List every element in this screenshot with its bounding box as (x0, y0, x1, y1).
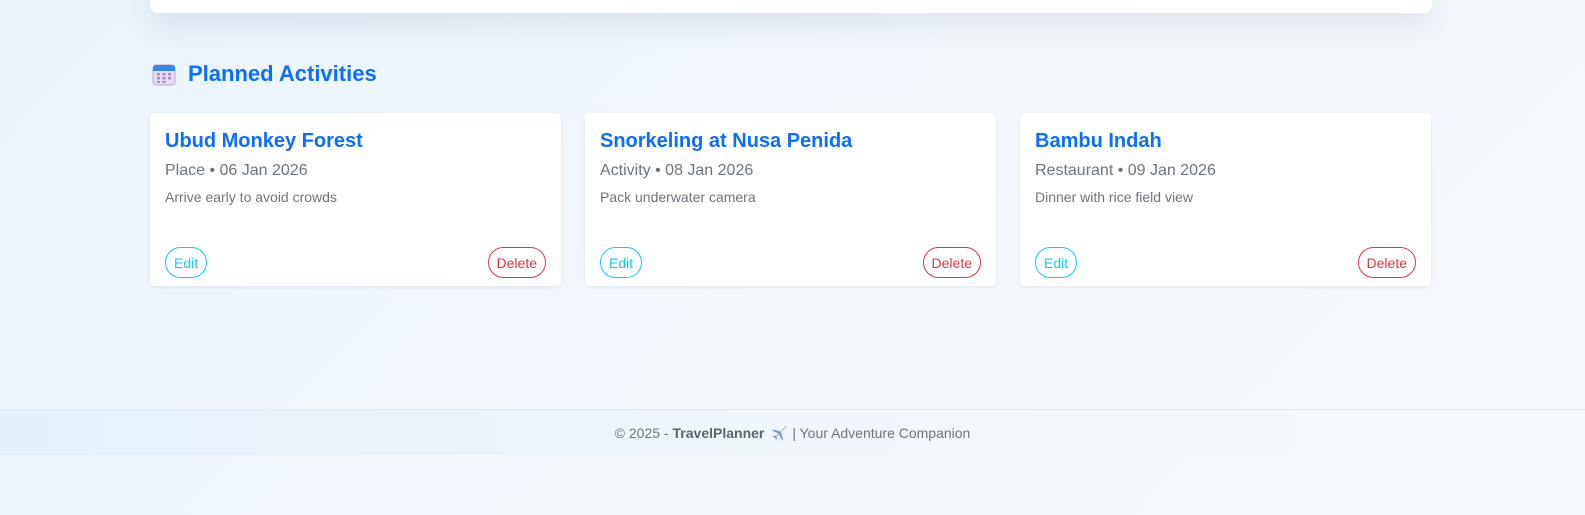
footer-brand: TravelPlanner (672, 424, 765, 441)
activity-title: Bambu Indah (1035, 130, 1162, 152)
edit-button[interactable]: Edit (600, 247, 643, 278)
delete-button[interactable]: Delete (487, 247, 546, 278)
top-card (150, 0, 1432, 13)
edit-button[interactable]: Edit (1035, 247, 1078, 278)
activity-meta: Place • 06 Jan 2026 (165, 162, 308, 179)
activity-card: Bambu Indah Restaurant • 09 Jan 2026 Din… (1020, 113, 1431, 286)
activity-note: Arrive early to avoid crowds (165, 189, 337, 205)
delete-button[interactable]: Delete (1357, 247, 1416, 278)
activity-card: Ubud Monkey Forest Place • 06 Jan 2026 A… (150, 113, 561, 286)
activity-note: Pack underwater camera (600, 189, 756, 205)
airplane-icon (771, 425, 787, 441)
delete-button[interactable]: Delete (922, 247, 981, 278)
section-header: Planned Activities (152, 60, 377, 88)
calendar-icon (152, 62, 176, 86)
activity-note: Dinner with rice field view (1035, 189, 1193, 205)
footer-tagline: | Your Adventure Companion (792, 424, 971, 441)
activity-cards: Ubud Monkey Forest Place • 06 Jan 2026 A… (150, 113, 1431, 286)
footer-copyright: © 2025 - (614, 424, 669, 441)
footer: © 2025 - TravelPlanner | Your Adventure … (0, 409, 1585, 455)
activity-title: Snorkeling at Nusa Penida (600, 130, 853, 152)
activity-meta: Activity • 08 Jan 2026 (600, 162, 754, 179)
activity-card: Snorkeling at Nusa Penida Activity • 08 … (585, 113, 996, 286)
edit-button[interactable]: Edit (165, 247, 208, 278)
section-title: Planned Activities (188, 61, 377, 86)
activity-title: Ubud Monkey Forest (165, 130, 363, 152)
activity-meta: Restaurant • 09 Jan 2026 (1035, 162, 1216, 179)
